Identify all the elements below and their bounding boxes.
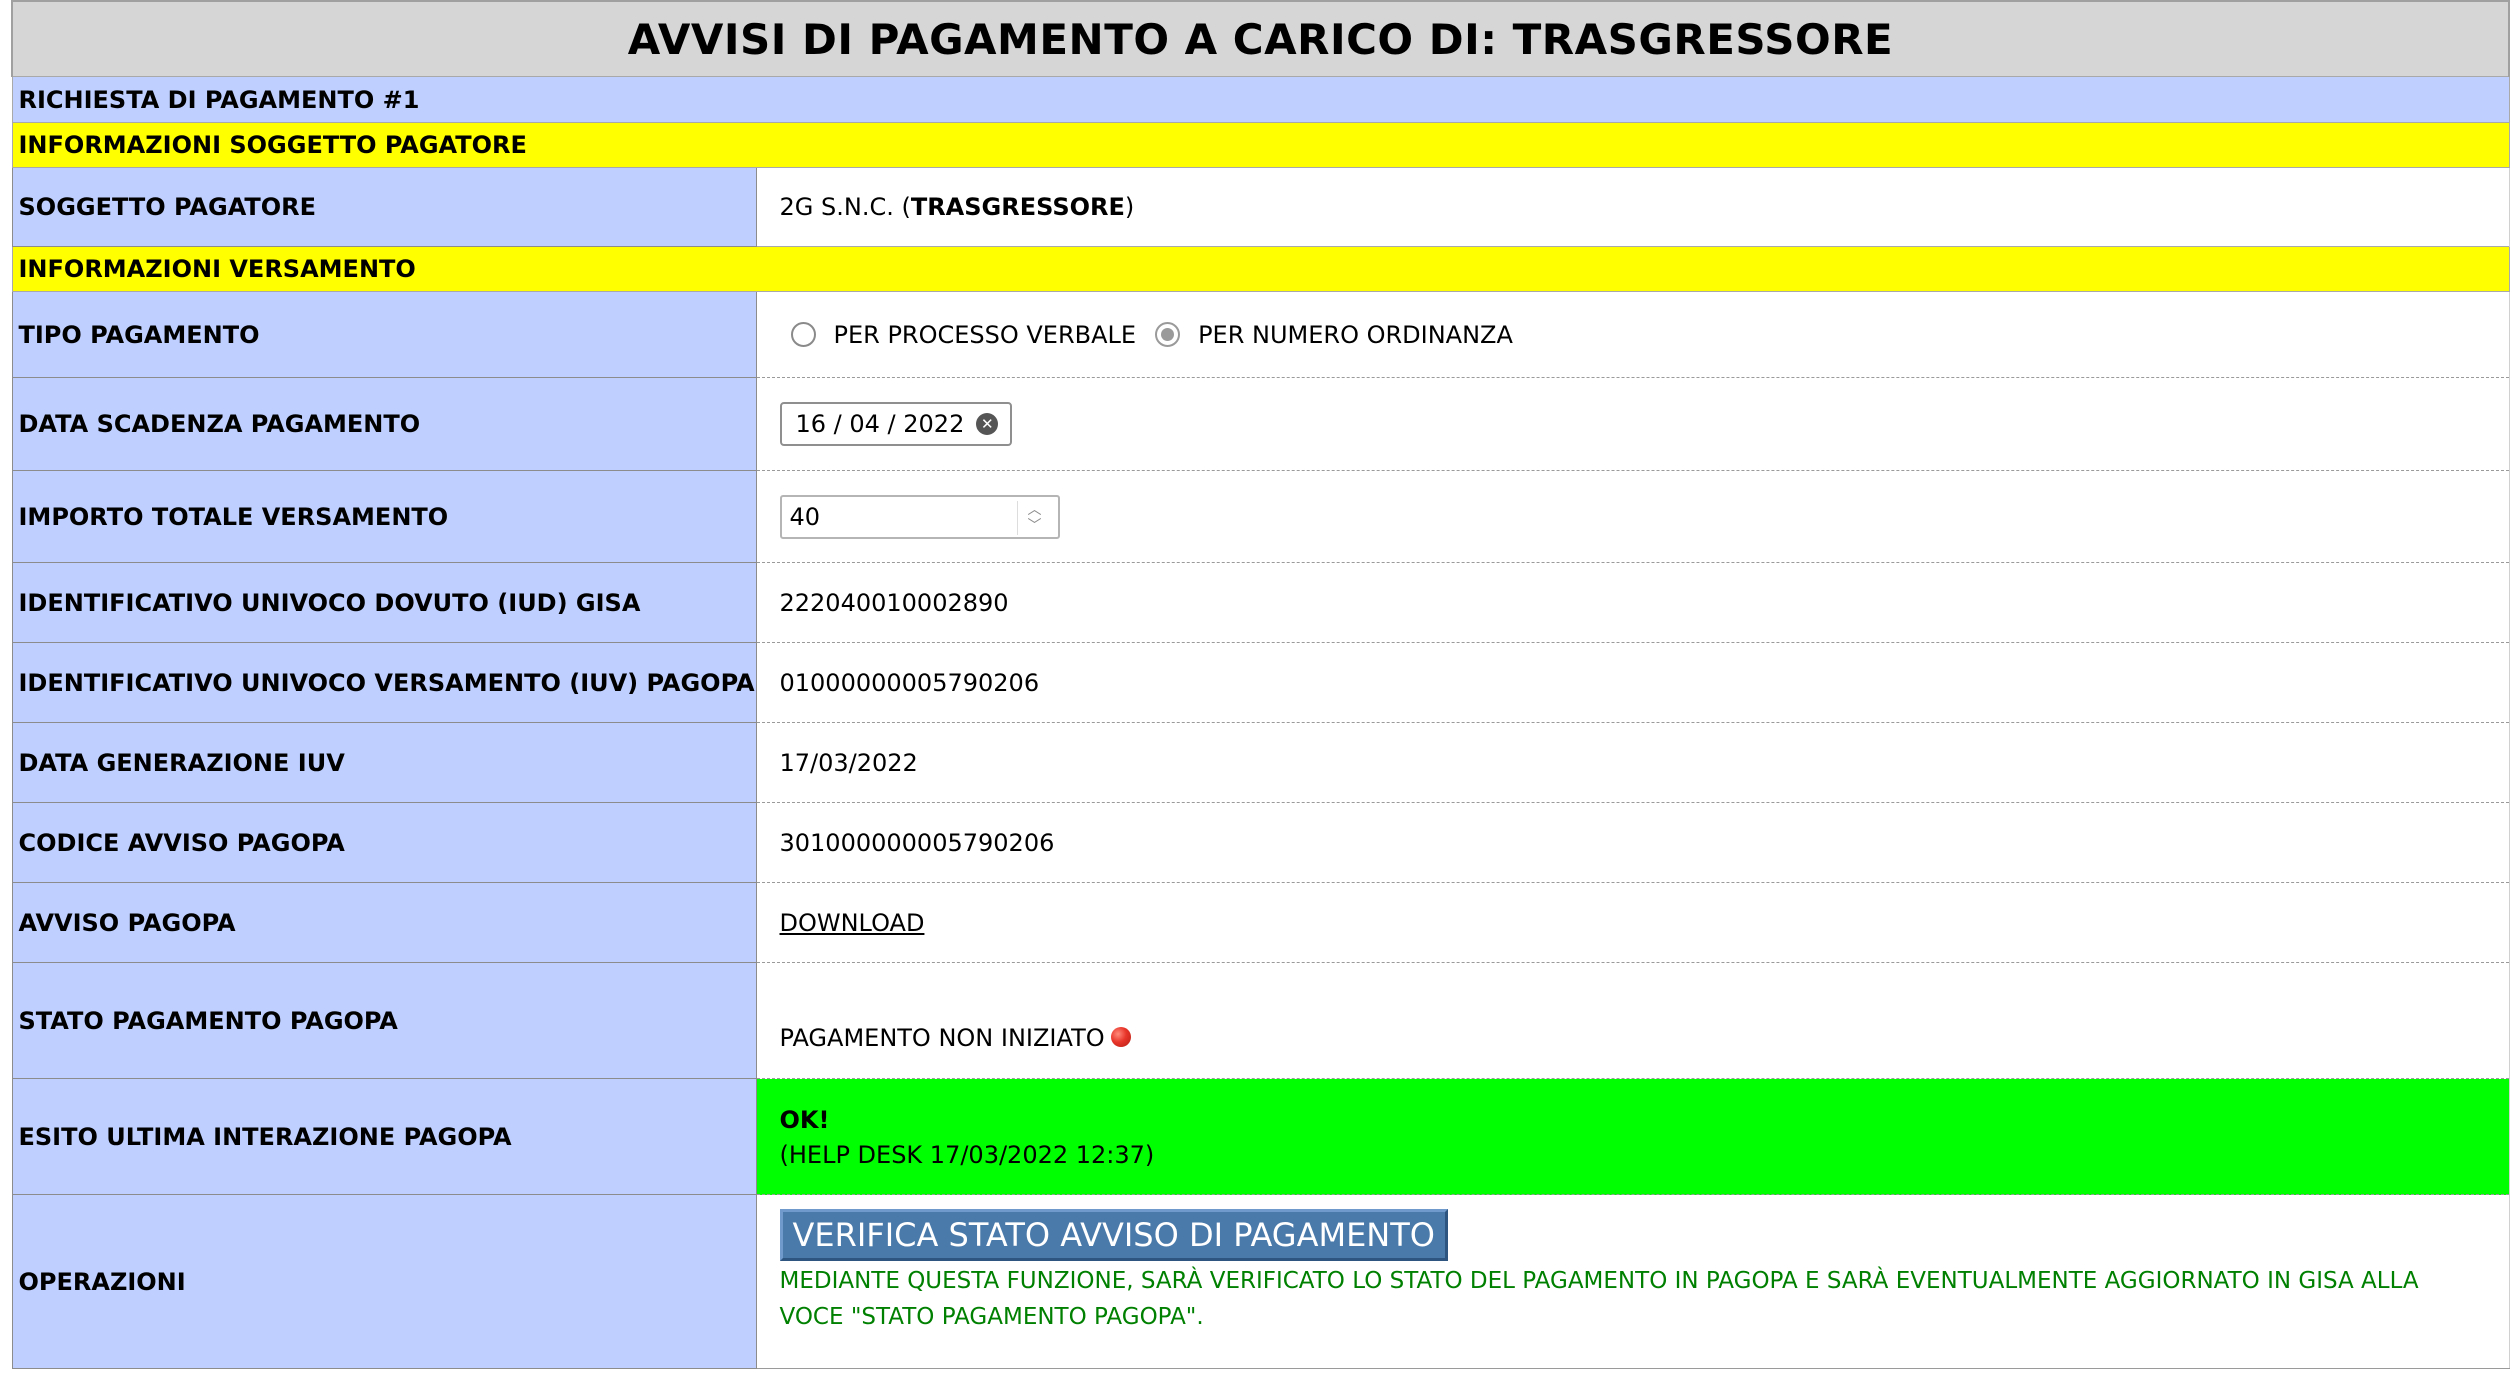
- last-result-status: OK!: [779, 1105, 830, 1134]
- radio-processo-verbale[interactable]: [790, 322, 816, 347]
- last-result-label: ESITO ULTIMA INTERAZIONE PAGOPA: [11, 1078, 757, 1195]
- iuv-date-value: 17/03/2022: [756, 722, 2510, 803]
- row-operations: OPERAZIONI VERIFICA STATO AVVISO DI PAGA…: [11, 1194, 2510, 1369]
- notice-code-label: CODICE AVVISO PAGOPA: [11, 802, 757, 883]
- row-amount: IMPORTO TOTALE VERSAMENTO 40 ︿ ﹀: [11, 470, 2510, 563]
- operations-label: OPERAZIONI: [11, 1194, 757, 1369]
- page-title: AVVISI DI PAGAMENTO A CARICO DI: TRASGRE…: [11, 0, 2510, 77]
- row-payment-type: TIPO PAGAMENTO PER PROCESSO VERBALE PER …: [11, 291, 2510, 378]
- row-iud: IDENTIFICATIVO UNIVOCO DOVUTO (IUD) GISA…: [11, 562, 2510, 643]
- row-iuv-date: DATA GENERAZIONE IUV 17/03/2022: [11, 722, 2510, 803]
- payer-name: 2G S.N.C. (: [779, 193, 911, 221]
- verify-status-button[interactable]: VERIFICA STATO AVVISO DI PAGAMENTO: [779, 1209, 1448, 1261]
- amount-label: IMPORTO TOTALE VERSAMENTO: [11, 470, 757, 563]
- section-payer-info: INFORMAZIONI SOGGETTO PAGATORE: [11, 122, 2510, 168]
- amount-input[interactable]: 40 ︿ ﹀: [779, 494, 1060, 539]
- operations-value: VERIFICA STATO AVVISO DI PAGAMENTO MEDIA…: [756, 1194, 2510, 1369]
- radio-processo-verbale-label[interactable]: PER PROCESSO VERBALE: [834, 321, 1137, 349]
- payment-type-value: PER PROCESSO VERBALE PER NUMERO ORDINANZ…: [756, 291, 2510, 378]
- radio-numero-ordinanza-label[interactable]: PER NUMERO ORDINANZA: [1198, 321, 1513, 349]
- status-text: PAGAMENTO NON INIZIATO: [779, 1023, 1105, 1052]
- payer-role: TRASGRESSORE: [910, 193, 1125, 221]
- request-header: RICHIESTA DI PAGAMENTO #1: [11, 76, 2510, 123]
- notice-value: DOWNLOAD: [756, 882, 2510, 963]
- status-label: STATO PAGAMENTO PAGOPA: [11, 962, 757, 1079]
- iuv-date-label: DATA GENERAZIONE IUV: [11, 722, 757, 803]
- payer-value: 2G S.N.C. (TRASGRESSORE): [756, 167, 2510, 247]
- row-iuv: IDENTIFICATIVO UNIVOCO VERSAMENTO (IUV) …: [11, 642, 2510, 723]
- chevron-up-icon[interactable]: ︿: [1028, 502, 1042, 518]
- due-date-text: 16 / 04 / 2022: [795, 410, 965, 438]
- download-link[interactable]: DOWNLOAD: [780, 909, 925, 937]
- payment-type-label: TIPO PAGAMENTO: [11, 291, 757, 378]
- notice-code-value: 301000000005790206: [756, 802, 2510, 883]
- iud-value: 222040010002890: [756, 562, 2510, 643]
- payment-notices-table: AVVISI DI PAGAMENTO A CARICO DI: TRASGRE…: [11, 0, 2510, 1369]
- row-status: STATO PAGAMENTO PAGOPA PAGAMENTO NON INI…: [11, 962, 2510, 1079]
- status-value: PAGAMENTO NON INIZIATO: [756, 962, 2510, 1079]
- row-notice-code: CODICE AVVISO PAGOPA 301000000005790206: [11, 802, 2510, 883]
- last-result-detail: (HELP DESK 17/03/2022 12:37): [779, 1140, 1155, 1169]
- notice-label: AVVISO PAGOPA: [11, 882, 757, 963]
- radio-numero-ordinanza[interactable]: [1155, 322, 1181, 347]
- radio-selected-dot: [1161, 328, 1175, 341]
- red-status-dot-icon: [1110, 1026, 1131, 1047]
- payer-label: SOGGETTO PAGATORE: [11, 167, 757, 247]
- due-date-label: DATA SCADENZA PAGAMENTO: [11, 377, 757, 471]
- payment-type-radio-group: PER PROCESSO VERBALE PER NUMERO ORDINANZ…: [782, 321, 2509, 349]
- amount-value: 40 ︿ ﹀: [756, 470, 2510, 563]
- spinner-arrows-icon[interactable]: ︿ ﹀: [1016, 500, 1052, 535]
- iuv-label: IDENTIFICATIVO UNIVOCO VERSAMENTO (IUV) …: [11, 642, 757, 723]
- due-date-value: 16 / 04 / 2022 ✕: [756, 377, 2510, 471]
- chevron-down-icon[interactable]: ﹀: [1028, 518, 1042, 534]
- last-result-value: OK! (HELP DESK 17/03/2022 12:37): [756, 1078, 2510, 1195]
- row-last-result: ESITO ULTIMA INTERAZIONE PAGOPA OK! (HEL…: [11, 1078, 2510, 1195]
- row-payer: SOGGETTO PAGATORE 2G S.N.C. (TRASGRESSOR…: [11, 167, 2510, 247]
- operations-note: MEDIANTE QUESTA FUNZIONE, SARÀ VERIFICAT…: [779, 1268, 2419, 1330]
- payment-notices-panel: AVVISI DI PAGAMENTO A CARICO DI: TRASGRE…: [11, 0, 2510, 1369]
- row-notice: AVVISO PAGOPA DOWNLOAD: [11, 882, 2510, 963]
- iud-label: IDENTIFICATIVO UNIVOCO DOVUTO (IUD) GISA: [11, 562, 757, 643]
- row-due-date: DATA SCADENZA PAGAMENTO 16 / 04 / 2022 ✕: [11, 377, 2510, 471]
- section-payment-info: INFORMAZIONI VERSAMENTO: [11, 246, 2510, 292]
- iuv-value: 01000000005790206: [756, 642, 2510, 723]
- payer-close: ): [1124, 193, 1135, 221]
- clear-icon[interactable]: ✕: [976, 413, 999, 435]
- amount-text: 40: [789, 502, 821, 531]
- due-date-input[interactable]: 16 / 04 / 2022 ✕: [779, 402, 1013, 446]
